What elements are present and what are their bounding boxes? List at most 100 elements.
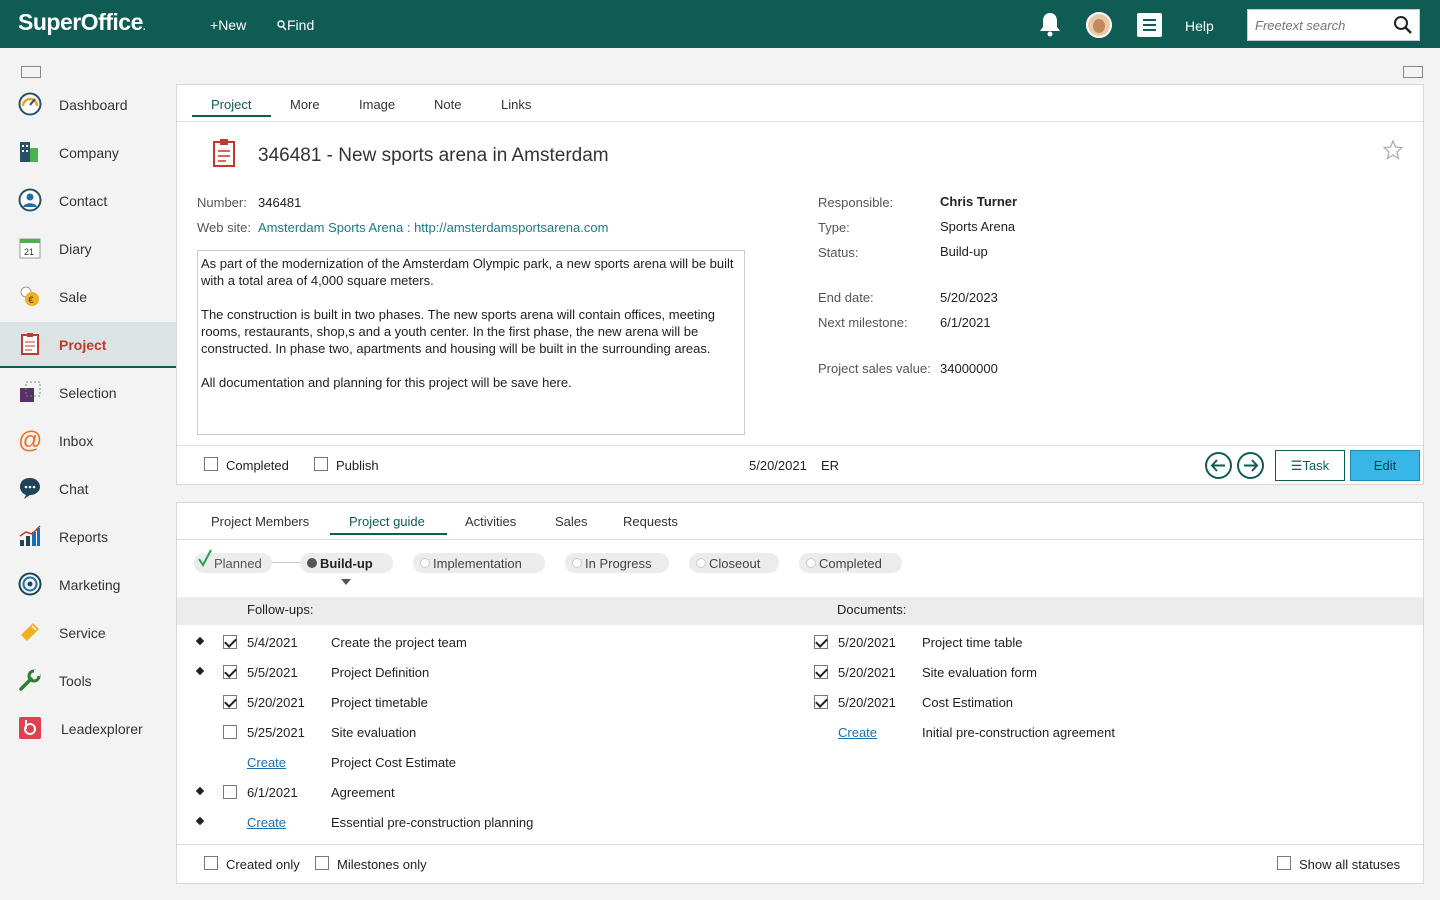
checkmark-icon	[198, 549, 212, 567]
collapse-preview-icon[interactable]	[1403, 66, 1423, 78]
enddate-label: End date:	[818, 290, 874, 305]
enddate-value: 5/20/2023	[940, 290, 998, 305]
completed-checkbox[interactable]	[204, 457, 218, 471]
tab-project[interactable]: Project	[211, 97, 251, 112]
freetext-search[interactable]	[1247, 9, 1420, 41]
favorite-star-icon[interactable]	[1383, 140, 1403, 160]
tab-links[interactable]: Links	[501, 97, 531, 112]
stage-closeout[interactable]: Closeout	[689, 553, 779, 573]
project-icon	[21, 333, 39, 355]
bell-icon[interactable]	[1038, 11, 1062, 37]
tab-activities[interactable]: Activities	[465, 514, 516, 529]
stage-completed[interactable]: Completed	[799, 553, 902, 573]
followup-title[interactable]: Create the project team	[331, 635, 467, 650]
stage-planned[interactable]: Planned	[194, 549, 272, 573]
sidebar-item-company[interactable]: Company	[0, 130, 176, 176]
superoffice-logo[interactable]: SuperOffice.	[18, 9, 146, 36]
sidebar-item-dashboard[interactable]: Dashboard	[0, 82, 176, 128]
followup-date: 5/25/2021	[247, 725, 305, 740]
user-avatar[interactable]	[1086, 12, 1112, 38]
help-link[interactable]: Help	[1185, 18, 1214, 34]
collapse-sidebar-icon[interactable]	[21, 66, 41, 78]
created-only-label: Created only	[226, 857, 300, 872]
document-title[interactable]: Project time table	[922, 635, 1022, 650]
sidebar-item-selection[interactable]: Selection	[0, 370, 176, 416]
new-button[interactable]: +New	[210, 17, 246, 33]
milestones-only-checkbox[interactable]	[315, 856, 329, 870]
followup-title[interactable]: Agreement	[331, 785, 395, 800]
find-button[interactable]: Find	[277, 17, 314, 33]
sidebar-item-diary[interactable]: 21 Diary	[0, 226, 176, 272]
selection-icon	[20, 381, 41, 402]
sidebar-item-reports[interactable]: Reports	[0, 514, 176, 560]
created-only-checkbox[interactable]	[204, 856, 218, 870]
next-button[interactable]	[1237, 452, 1264, 479]
sidebar-item-tools[interactable]: Tools	[0, 658, 176, 704]
responsible-label: Responsible:	[818, 195, 894, 210]
search-icon[interactable]	[1393, 15, 1413, 35]
plus-icon: +	[210, 17, 219, 33]
tab-image[interactable]: Image	[359, 97, 395, 112]
tab-project-guide[interactable]: Project guide	[349, 514, 425, 529]
followup-date: 6/1/2021	[247, 785, 298, 800]
guide-header-bar	[177, 597, 1423, 625]
service-icon	[21, 623, 39, 641]
tools-icon	[19, 669, 41, 691]
tab-more[interactable]: More	[290, 97, 320, 112]
sale-icon: €	[20, 286, 39, 306]
followup-checkbox[interactable]	[223, 785, 237, 799]
publish-checkbox[interactable]	[314, 457, 328, 471]
followup-title[interactable]: Project timetable	[331, 695, 428, 710]
followup-checkbox[interactable]	[223, 665, 237, 679]
type-label: Type:	[818, 220, 850, 235]
followup-checkbox[interactable]	[223, 725, 237, 739]
document-title[interactable]: Site evaluation form	[922, 665, 1037, 680]
followup-title: Project Cost Estimate	[331, 755, 456, 770]
sidebar-item-marketing[interactable]: Marketing	[0, 562, 176, 608]
sidebar-item-chat[interactable]: Chat	[0, 466, 176, 512]
sidebar-item-sale[interactable]: € Sale	[0, 274, 176, 320]
stage-implementation[interactable]: Implementation	[413, 553, 545, 573]
contact-icon	[18, 188, 42, 212]
followup-checkbox[interactable]	[223, 695, 237, 709]
documents-header: Documents:	[837, 602, 907, 617]
previous-button[interactable]	[1205, 452, 1232, 479]
document-title: Initial pre-construction agreement	[922, 725, 1115, 740]
sidebar-item-service[interactable]: Service	[0, 610, 176, 656]
document-checkbox[interactable]	[814, 635, 828, 649]
current-stage-caret-icon	[341, 579, 351, 585]
task-button[interactable]: ☰Task	[1275, 450, 1345, 481]
responsible-value[interactable]: Chris Turner	[940, 194, 1017, 209]
followup-checkbox[interactable]	[223, 635, 237, 649]
create-followup-link[interactable]: Create	[247, 755, 286, 770]
sidebar-item-contact[interactable]: Contact	[0, 178, 176, 224]
tab-project-members[interactable]: Project Members	[211, 514, 309, 529]
website-link[interactable]: Amsterdam Sports Arena : http://amsterda…	[258, 220, 608, 235]
document-title[interactable]: Cost Estimation	[922, 695, 1013, 710]
completed-label: Completed	[226, 458, 289, 473]
sidebar-item-project[interactable]: Project	[0, 322, 176, 368]
company-icon	[20, 142, 38, 162]
stage-in-progress[interactable]: In Progress	[565, 553, 669, 573]
create-document-link[interactable]: Create	[838, 725, 877, 740]
hamburger-menu-icon[interactable]	[1137, 13, 1162, 37]
search-input[interactable]	[1248, 10, 1388, 40]
document-checkbox[interactable]	[814, 665, 828, 679]
tab-requests[interactable]: Requests	[623, 514, 678, 529]
followup-date: 5/20/2021	[247, 695, 305, 710]
followup-title[interactable]: Project Definition	[331, 665, 429, 680]
create-followup-link[interactable]: Create	[247, 815, 286, 830]
sidebar-item-inbox[interactable]: @ Inbox	[0, 418, 176, 464]
tab-note[interactable]: Note	[434, 97, 461, 112]
number-label: Number:	[197, 195, 247, 210]
document-checkbox[interactable]	[814, 695, 828, 709]
sidebar: Dashboard Company Contact 21 Diary € Sal…	[0, 48, 176, 900]
tab-sales[interactable]: Sales	[555, 514, 588, 529]
document-date: 5/20/2021	[838, 635, 896, 650]
show-all-statuses-checkbox[interactable]	[1277, 856, 1291, 870]
stage-build-up[interactable]: Build-up	[300, 553, 393, 573]
project-description[interactable]: As part of the modernization of the Amst…	[197, 250, 745, 435]
followup-title[interactable]: Site evaluation	[331, 725, 416, 740]
edit-button[interactable]: Edit	[1350, 450, 1420, 481]
sidebar-item-leadexplorer[interactable]: Leadexplorer	[0, 706, 176, 752]
